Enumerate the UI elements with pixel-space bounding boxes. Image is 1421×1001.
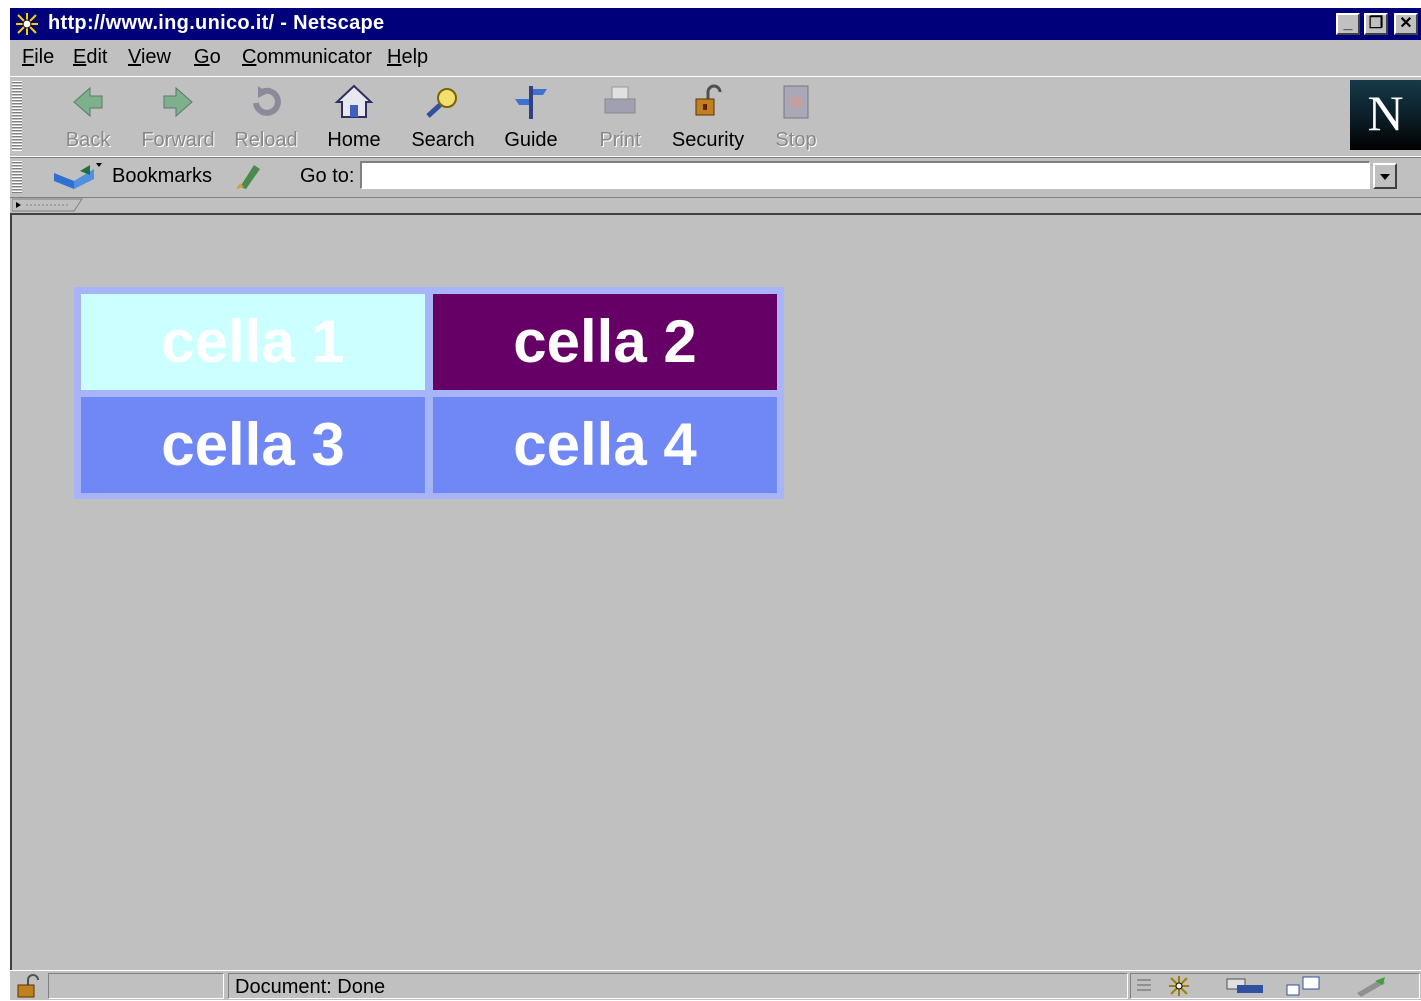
- menu-communicator-mnemonic: C: [242, 46, 257, 68]
- reload-icon: [253, 86, 281, 116]
- menu-view-label: iew: [140, 46, 171, 68]
- collapsed-toolbar-tab[interactable]: [12, 198, 84, 212]
- page-content: cella 1 cella 2 cella 3 cella 4: [10, 213, 1421, 970]
- back-icon: [73, 86, 103, 118]
- stop-icon: [783, 85, 809, 119]
- url-input[interactable]: [360, 161, 1370, 189]
- security-label: Security: [671, 129, 745, 151]
- table-cell-1: cella 1: [81, 294, 425, 390]
- bookmarks-button[interactable]: Bookmarks: [112, 165, 212, 188]
- status-text-pane: Document: Done: [228, 973, 1128, 999]
- search-icon: [426, 88, 457, 118]
- security-button[interactable]: Security: [668, 83, 748, 153]
- home-label: Home: [327, 129, 381, 151]
- forward-button[interactable]: Forward: [138, 83, 218, 153]
- progress-pane: [48, 973, 224, 999]
- menu-edit-mnemonic: E: [73, 46, 87, 68]
- search-label: Search: [411, 129, 475, 151]
- menu-help-mnemonic: H: [387, 46, 402, 68]
- security-icon: [695, 84, 722, 116]
- url-history-dropdown[interactable]: [1373, 163, 1397, 189]
- menu-edit-label: dit: [86, 46, 108, 68]
- table-cell-4: cella 4: [433, 397, 777, 493]
- print-button[interactable]: Print: [580, 83, 660, 153]
- location-toolbar: Bookmarks Go to:: [10, 156, 1421, 198]
- home-icon: [334, 84, 374, 118]
- location-grip-handle[interactable]: [12, 161, 22, 193]
- menu-communicator-label: ommunicator: [256, 46, 373, 68]
- reload-button[interactable]: Reload: [226, 83, 306, 153]
- forward-icon: [163, 86, 193, 118]
- status-text: Document: Done: [235, 976, 386, 998]
- menu-go[interactable]: Go: [194, 46, 221, 69]
- reload-label: Reload: [234, 129, 298, 151]
- guide-icon: [515, 86, 547, 119]
- cell-table: cella 1 cella 2 cella 3 cella 4: [74, 287, 784, 499]
- collapsed-toolbar-strip: [10, 198, 1421, 214]
- menu-go-label: o: [209, 46, 221, 68]
- table-cell-3: cella 3: [81, 397, 425, 493]
- search-button[interactable]: Search: [403, 83, 483, 153]
- discussions-icon[interactable]: [1281, 975, 1329, 997]
- print-label: Print: [599, 129, 641, 151]
- navigation-toolbar: Back Forward Reload Home Search Guide Pr…: [10, 76, 1421, 158]
- menu-view[interactable]: View: [128, 46, 171, 69]
- menu-file[interactable]: File: [22, 46, 54, 69]
- netscape-app-icon: [16, 13, 38, 35]
- navigator-icon[interactable]: [1165, 975, 1199, 997]
- menu-file-mnemonic: F: [22, 46, 35, 68]
- menu-communicator[interactable]: Communicator: [242, 46, 372, 69]
- menu-bar: File Edit View Go Communicator Help: [10, 42, 1421, 72]
- print-icon: [604, 86, 636, 114]
- title-bar[interactable]: http://www.ing.unico.it/ - Netscape _ ❐ …: [10, 8, 1421, 40]
- menu-go-mnemonic: G: [194, 46, 210, 68]
- toolbar-grip-handle[interactable]: [12, 81, 22, 151]
- page-proxy-icon[interactable]: [234, 163, 266, 191]
- component-bar-grip-icon[interactable]: [1135, 976, 1153, 996]
- menu-view-mnemonic: V: [128, 46, 141, 68]
- browser-window: http://www.ing.unico.it/ - Netscape _ ❐ …: [10, 8, 1421, 1000]
- mailbox-icon[interactable]: [1223, 975, 1267, 997]
- guide-label: Guide: [504, 129, 558, 151]
- maximize-button[interactable]: ❐: [1364, 13, 1388, 35]
- back-button[interactable]: Back: [48, 83, 128, 153]
- menu-help[interactable]: Help: [387, 46, 428, 69]
- close-button[interactable]: ✕: [1394, 13, 1418, 35]
- netscape-logo[interactable]: N: [1350, 80, 1421, 150]
- stop-button[interactable]: Stop: [756, 83, 836, 153]
- menu-file-label: ile: [34, 46, 55, 68]
- menu-edit[interactable]: Edit: [73, 46, 107, 69]
- component-bar: [1130, 973, 1420, 999]
- security-lock-status-icon[interactable]: [12, 973, 44, 999]
- composer-icon[interactable]: [1351, 975, 1395, 997]
- goto-label: Go to:: [300, 165, 355, 187]
- status-bar: Document: Done: [10, 970, 1421, 1001]
- stop-label: Stop: [775, 129, 817, 151]
- table-cell-2: cella 2: [433, 294, 777, 390]
- bookmarks-icon: [54, 163, 102, 189]
- home-button[interactable]: Home: [314, 83, 394, 153]
- minimize-button[interactable]: _: [1336, 13, 1360, 35]
- back-label: Back: [65, 129, 111, 151]
- forward-label: Forward: [141, 129, 215, 151]
- chevron-down-icon: [1380, 174, 1390, 180]
- window-title: http://www.ing.unico.it/ - Netscape: [48, 12, 385, 34]
- menu-help-label: elp: [401, 46, 429, 68]
- guide-button[interactable]: Guide: [491, 83, 571, 153]
